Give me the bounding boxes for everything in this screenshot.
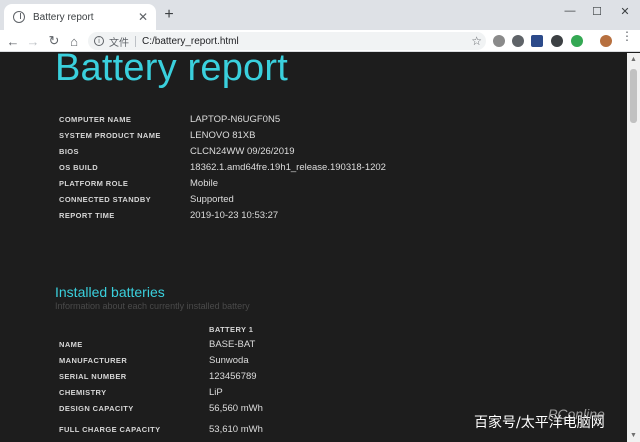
extension-green-icon[interactable] bbox=[571, 35, 583, 47]
table-row: NAME BASE-BAT bbox=[59, 336, 559, 352]
row-key: MANUFACTURER bbox=[59, 355, 128, 365]
tab-strip: Battery report ✕ + — ☐ ✕ bbox=[0, 0, 640, 30]
omnibox-divider bbox=[135, 35, 136, 47]
reload-button[interactable]: ↻ bbox=[45, 32, 63, 50]
row-value: Sunwoda bbox=[209, 354, 249, 366]
report-page: Battery report COMPUTER NAME LAPTOP-N6UGF… bbox=[0, 53, 627, 442]
row-key: BIOS bbox=[59, 146, 79, 156]
table-row: COMPUTER NAME LAPTOP-N6UGF0N5 bbox=[59, 111, 559, 127]
watermark-logo: PConline bbox=[548, 406, 605, 422]
new-tab-button[interactable]: + bbox=[160, 6, 178, 24]
installed-batteries-heading: Installed batteries bbox=[55, 284, 165, 300]
page-title: Battery report bbox=[55, 53, 289, 89]
vertical-scrollbar[interactable]: ▲ ▼ bbox=[627, 53, 640, 442]
row-key: CHEMISTRY bbox=[59, 387, 107, 397]
row-value: LiP bbox=[209, 386, 223, 398]
table-row: CHEMISTRY LiP bbox=[59, 384, 559, 400]
table-row: OS BUILD 18362.1.amd64fre.19h1_release.19… bbox=[59, 159, 559, 175]
row-key: FULL CHARGE CAPACITY bbox=[59, 424, 161, 434]
table-row: MANUFACTURER Sunwoda bbox=[59, 352, 559, 368]
close-window-button[interactable]: ✕ bbox=[611, 2, 639, 20]
row-value: 56,560 mWh bbox=[209, 402, 263, 414]
row-value: Mobile bbox=[190, 177, 218, 189]
table-row: REPORT TIME 2019-10-23 10:53:27 bbox=[59, 207, 559, 223]
scroll-up-icon[interactable]: ▲ bbox=[627, 56, 640, 63]
row-key: PLATFORM ROLE bbox=[59, 178, 129, 188]
row-key: REPORT TIME bbox=[59, 210, 115, 220]
page-favicon-icon bbox=[13, 11, 25, 23]
forward-button[interactable]: → bbox=[24, 32, 42, 50]
browser-menu-icon[interactable]: ⋮ bbox=[621, 30, 633, 42]
bookmark-star-icon[interactable]: ☆ bbox=[471, 34, 482, 48]
address-bar[interactable]: i 文件 C:/battery_report.html ☆ bbox=[88, 32, 486, 50]
row-key: COMPUTER NAME bbox=[59, 114, 132, 124]
row-key: SYSTEM PRODUCT NAME bbox=[59, 130, 161, 140]
table-row: BIOS CLCN24WW 09/26/2019 bbox=[59, 143, 559, 159]
row-value: Supported bbox=[190, 193, 234, 205]
tab-close-icon[interactable]: ✕ bbox=[136, 10, 150, 24]
maximize-button[interactable]: ☐ bbox=[583, 2, 611, 20]
tab-title: Battery report bbox=[33, 11, 94, 23]
home-button[interactable]: ⌂ bbox=[65, 32, 83, 50]
battery-column-header: BATTERY 1 bbox=[209, 325, 254, 334]
row-value: CLCN24WW 09/26/2019 bbox=[190, 145, 295, 157]
extension-gray-icon[interactable] bbox=[493, 35, 505, 47]
url-text[interactable]: C:/battery_report.html bbox=[142, 36, 471, 47]
table-row: SYSTEM PRODUCT NAME LENOVO 81XB bbox=[59, 127, 559, 143]
row-value: 53,610 mWh bbox=[209, 423, 263, 435]
installed-batteries-subheading: Information about each currently install… bbox=[55, 301, 250, 311]
back-button[interactable]: ← bbox=[4, 32, 22, 50]
table-row: CONNECTED STANDBY Supported bbox=[59, 191, 559, 207]
row-key: DESIGN CAPACITY bbox=[59, 403, 134, 413]
minimize-button[interactable]: — bbox=[556, 2, 584, 20]
row-value: 18362.1.amd64fre.19h1_release.190318-120… bbox=[190, 161, 386, 173]
info-icon[interactable]: i bbox=[94, 36, 104, 46]
scroll-down-icon[interactable]: ▼ bbox=[627, 432, 640, 439]
row-value: 123456789 bbox=[209, 370, 257, 382]
row-value: 2019-10-23 10:53:27 bbox=[190, 209, 279, 221]
row-key: NAME bbox=[59, 339, 83, 349]
scrollbar-thumb[interactable] bbox=[630, 69, 637, 123]
table-row: PLATFORM ROLE Mobile bbox=[59, 175, 559, 191]
extension-circle-icon[interactable] bbox=[512, 35, 524, 47]
extension-flag-icon[interactable] bbox=[531, 35, 543, 47]
table-row: SERIAL NUMBER 123456789 bbox=[59, 368, 559, 384]
browser-toolbar: ← → ↻ ⌂ i 文件 C:/battery_report.html ☆ ⋮ bbox=[0, 30, 640, 52]
extension-cloud-icon[interactable] bbox=[551, 35, 563, 47]
profile-avatar[interactable] bbox=[600, 35, 612, 47]
row-value: BASE-BAT bbox=[209, 338, 256, 350]
row-value: LENOVO 81XB bbox=[190, 129, 256, 141]
row-value: LAPTOP-N6UGF0N5 bbox=[190, 113, 281, 125]
scheme-label: 文件 bbox=[109, 37, 129, 49]
row-key: CONNECTED STANDBY bbox=[59, 194, 152, 204]
row-key: OS BUILD bbox=[59, 162, 99, 172]
tab-battery-report[interactable]: Battery report ✕ bbox=[4, 4, 156, 30]
row-key: SERIAL NUMBER bbox=[59, 371, 127, 381]
